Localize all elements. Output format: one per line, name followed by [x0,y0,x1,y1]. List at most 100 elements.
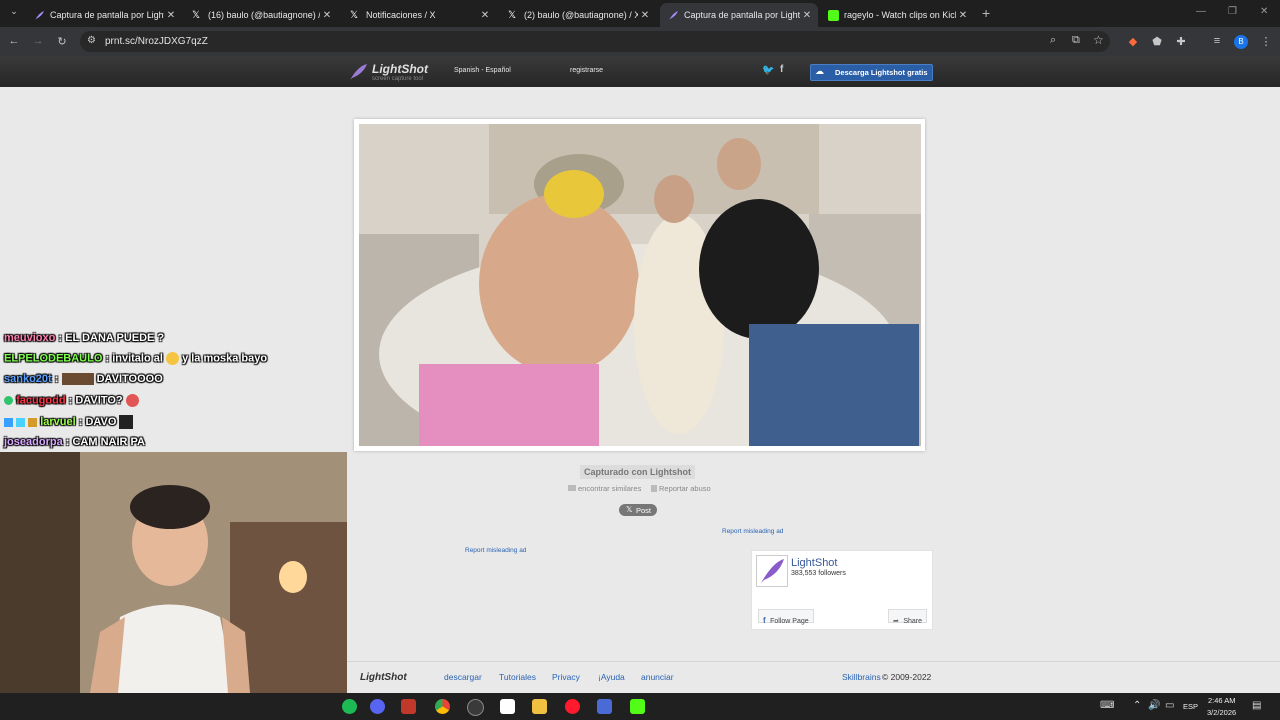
find-similar-icon [568,485,576,491]
chat-username: ELPELODEBAULO [4,352,103,365]
minimize-button[interactable]: — [1196,6,1206,17]
chat-text: : EL DANA PUEDE ? [58,332,165,344]
reload-icon[interactable]: ↻ [54,35,70,48]
voicemeeter-taskbar-icon[interactable] [401,699,416,714]
lightshot-feather-icon [34,10,45,21]
tab-lightshot-active[interactable]: Captura de pantalla por Lightsh ✕ [660,3,818,27]
tab-x-profile-2[interactable]: 𝕏 (2) baulo (@bautiagnone) / X ✕ [500,3,656,27]
opera-taskbar-icon[interactable] [565,699,580,714]
chat-message: larvuel : DAVO [4,415,134,429]
report-abuse-icon [651,485,657,492]
photo-illustration [359,124,921,446]
chat-message: sanko20t : DAVITOOOO [4,373,163,386]
restore-button[interactable]: ❐ [1228,6,1237,17]
footer-link-download[interactable]: descargar [444,672,482,682]
report-abuse-link[interactable]: Reportar abuso [659,484,711,493]
tab-title: Notificaciones / X [366,10,436,20]
twitter-bird-icon[interactable]: 🐦 [762,65,774,76]
fb-page-avatar[interactable] [756,555,788,587]
extension-fox-icon[interactable]: ◆ [1125,35,1141,48]
webcam-scene [0,452,347,693]
report-misleading-ad-right[interactable]: Report misleading ad [722,528,783,535]
chrome-taskbar-icon[interactable] [435,699,450,714]
footer-link-privacy[interactable]: Privacy [552,672,580,682]
new-tab-button[interactable]: + [982,5,990,21]
chat-message: facugodd : DAVITO? [4,394,139,407]
forward-icon[interactable]: → [30,35,46,47]
profile-avatar[interactable]: B [1234,35,1248,49]
tab-kick[interactable]: rageylo - Watch clips on Kick ✕ [820,3,974,27]
reading-list-icon[interactable]: ≡ [1209,35,1225,47]
footer-link-help[interactable]: ¡Ayuda [598,672,625,682]
x-post-button[interactable]: 𝕏 Post [619,504,657,516]
tab-x-notifications[interactable]: 𝕏 Notificaciones / X ✕ [342,3,496,27]
url-text[interactable]: prnt.sc/NrozJDXG7qzZ [105,36,208,47]
close-icon[interactable]: ✕ [164,10,178,21]
screenshot-image[interactable] [359,124,921,446]
kick-logo-icon [828,9,839,21]
chat-username: facugodd [16,394,66,407]
chat-username: joseadorpa [4,436,63,448]
chevron-up-icon[interactable]: ⌃ [1133,700,1141,711]
find-similar-link[interactable]: encontrar similares [578,484,641,493]
clock-date[interactable]: 3/2/2026 [1207,708,1236,717]
menu-kebab-icon[interactable]: ⋮ [1258,35,1274,48]
capcut-taskbar-icon[interactable] [500,699,515,714]
footer-lightshot-logo[interactable]: LightShot [360,672,407,683]
footer-link-tutorials[interactable]: Tutoriales [499,672,536,682]
tab-search-button[interactable]: ⌄ [6,6,22,22]
fb-page-name[interactable]: LightShot [791,557,837,569]
report-misleading-ad-left[interactable]: Report misleading ad [465,547,526,554]
address-bar[interactable]: ⚙ prnt.sc/NrozJDXG7qzZ ⌕ ⧉ ☆ [80,31,1110,52]
zoom-icon[interactable]: ⌕ [1050,34,1056,47]
tab-lightshot-1[interactable]: Captura de pantalla por Lightsh ✕ [26,3,182,27]
close-icon[interactable]: ✕ [478,10,492,21]
close-icon[interactable]: ✕ [320,10,334,21]
chat-username: larvuel [40,415,76,428]
fb-follow-button[interactable]: f Follow Page [758,609,814,625]
chat-text: : [54,373,59,385]
window-close-button[interactable]: ✕ [1260,6,1268,17]
site-info-icon[interactable]: ⚙ [87,35,96,46]
notifications-icon[interactable]: ▤ [1252,700,1261,711]
extension-shield-icon[interactable]: ⬟ [1149,35,1165,48]
tab-x-profile-1[interactable]: 𝕏 (16) baulo (@bautiagnone) / X ✕ [184,3,338,27]
discord-taskbar-icon[interactable] [370,699,385,714]
network-icon[interactable]: ▭ [1165,700,1174,711]
badge-icon [4,396,13,405]
tab-title: (2) baulo (@bautiagnone) / X [524,10,638,20]
close-icon[interactable]: ✕ [638,10,652,21]
footer-link-advertise[interactable]: anunciar [641,672,674,682]
file-explorer-taskbar-icon[interactable] [532,699,547,714]
volume-icon[interactable]: 🔊 [1148,700,1160,711]
chat-message: ELPELODEBAULO : invitalo al y la moska b… [4,352,267,365]
facebook-icon[interactable]: f [780,64,783,75]
close-icon[interactable]: ✕ [956,10,970,21]
lightshot-feather-icon [668,10,679,21]
close-icon[interactable]: ✕ [800,10,814,21]
kick-taskbar-icon[interactable] [630,699,645,714]
extensions-puzzle-icon[interactable]: ✚ [1173,35,1189,48]
download-lightshot-button[interactable]: ☁ Descarga Lightshot gratis [810,64,933,81]
download-button-label: Descarga Lightshot gratis [835,68,928,77]
language-indicator[interactable]: ESP [1183,702,1198,711]
lightshot-feather-icon [348,62,368,87]
clock-time[interactable]: 2:46 AM [1208,696,1236,705]
chat-text: : invitalo al [105,352,163,365]
chat-text: : DAVO [78,415,117,428]
register-link[interactable]: registrarse [570,67,603,74]
footer-skillbrains-link[interactable]: Skillbrains [842,672,881,682]
keyboard-icon[interactable]: ⌨ [1100,700,1114,711]
badge-icon [16,417,26,427]
language-selector[interactable]: Spanish - Español [454,67,511,74]
obs-taskbar-icon[interactable] [467,699,484,716]
back-icon[interactable]: ← [6,35,22,47]
install-icon[interactable]: ⧉ [1072,34,1080,47]
spotify-taskbar-icon[interactable] [342,699,357,714]
post-button-label: Post [636,506,652,515]
badge-icon [28,417,38,427]
app-taskbar-icon[interactable] [597,699,612,714]
lightshot-logo[interactable]: LightShot [372,62,428,76]
bookmark-star-icon[interactable]: ☆ [1093,33,1104,47]
fb-share-button[interactable]: ➦ Share [888,609,928,625]
